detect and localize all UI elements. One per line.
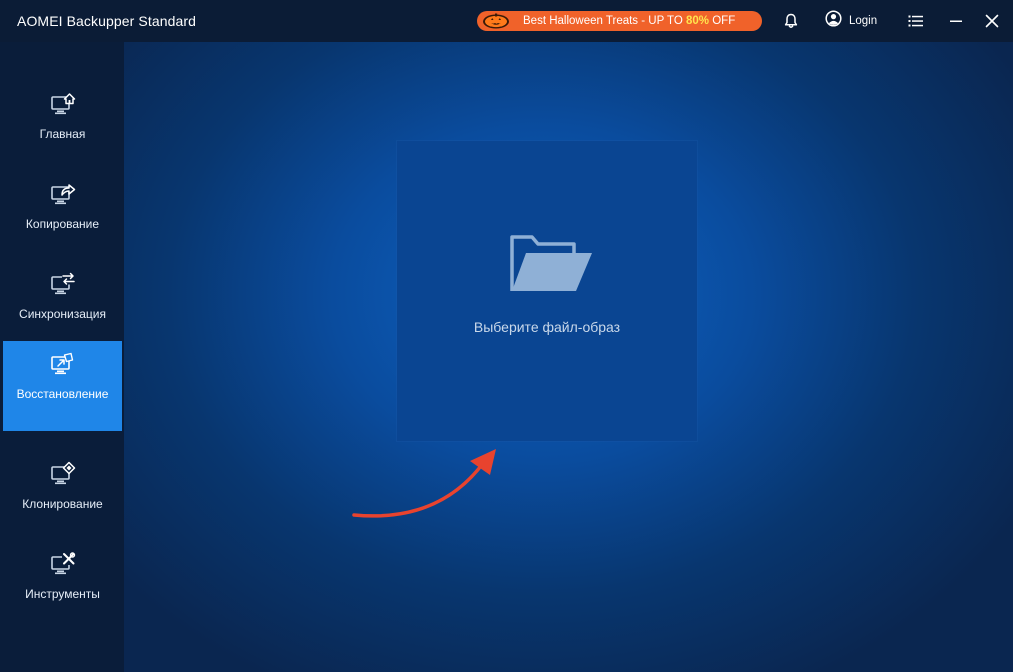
main-content: Выберите файл-образ — [124, 42, 1013, 672]
monitor-clone-icon — [50, 461, 76, 487]
sidebar-item-label: Инструменты — [25, 587, 100, 601]
sidebar-nav: Главная Копирование Синхронизация Восста… — [0, 42, 124, 672]
promo-text: Best Halloween Treats - UP TO 80% OFF — [523, 15, 735, 27]
monitor-sync-icon — [50, 271, 76, 297]
promo-banner[interactable]: Best Halloween Treats - UP TO 80% OFF — [477, 11, 762, 31]
sidebar-item-sync[interactable]: Синхронизация — [3, 261, 122, 351]
sidebar-item-clone[interactable]: Клонирование — [3, 451, 122, 541]
sidebar-item-label: Главная — [39, 127, 86, 141]
sidebar-item-home[interactable]: Главная — [3, 81, 122, 171]
red-arrow-annotation — [352, 449, 496, 518]
close-icon[interactable] — [982, 11, 1002, 31]
monitor-home-icon — [50, 91, 76, 117]
promo-discount: 80% — [686, 15, 710, 27]
folder-open-icon — [510, 233, 594, 293]
select-image-file-button[interactable]: Выберите файл-образ — [397, 141, 697, 441]
user-circle-icon — [825, 10, 842, 32]
title-bar: AOMEI Backupper Standard Best Halloween … — [0, 0, 1013, 42]
bell-icon[interactable] — [781, 11, 801, 31]
promo-suffix: OFF — [709, 15, 736, 27]
monitor-share-icon — [50, 181, 76, 207]
monitor-restore-icon — [50, 351, 76, 377]
minimize-icon[interactable] — [946, 11, 966, 31]
sidebar-item-label: Копирование — [25, 217, 100, 231]
app-title: AOMEI Backupper Standard — [17, 13, 197, 29]
sidebar-item-tools[interactable]: Инструменты — [3, 541, 122, 631]
monitor-tools-icon — [50, 551, 76, 577]
list-menu-icon[interactable] — [906, 11, 926, 31]
app-window: AOMEI Backupper Standard Best Halloween … — [0, 0, 1013, 672]
sidebar-item-label: Восстановление — [16, 387, 109, 401]
select-image-label: Выберите файл-образ — [473, 319, 621, 335]
login-label: Login — [849, 15, 878, 27]
sidebar-item-backup[interactable]: Копирование — [3, 171, 122, 261]
promo-main-text: Best Halloween Treats - UP TO — [523, 15, 686, 27]
pumpkin-icon — [481, 13, 511, 29]
sidebar-item-label: Клонирование — [22, 497, 103, 511]
sidebar-item-restore[interactable]: Восстановление — [3, 341, 122, 431]
sidebar-item-label: Синхронизация — [19, 307, 106, 321]
login-button[interactable]: Login — [825, 10, 878, 32]
